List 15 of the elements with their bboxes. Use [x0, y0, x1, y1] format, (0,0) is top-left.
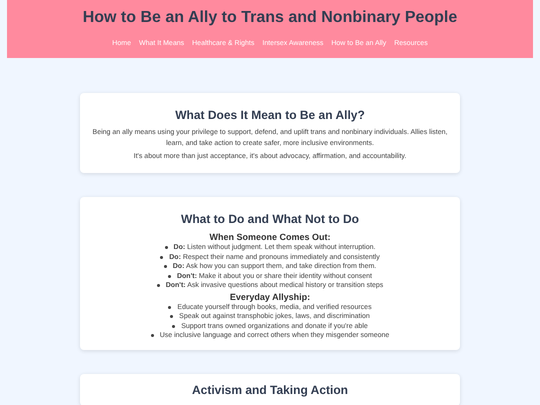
subheading: When Someone Comes Out:: [209, 231, 330, 243]
bullet-icon: [172, 324, 176, 328]
section-title: Activism and Taking Action: [192, 382, 348, 398]
section-title: What to Do and What Not to Do: [181, 211, 359, 227]
bullet-icon: [164, 246, 168, 250]
section-title: What Does It Mean to Be an Ally?: [175, 107, 365, 123]
bullet-icon: [150, 334, 154, 338]
page-title: How to Be an Ally to Trans and Nonbinary People: [82, 8, 458, 28]
bullet-icon: [156, 284, 160, 288]
bullet-icon: [160, 256, 164, 259]
subheading: Everyday Allyship:: [230, 290, 310, 302]
bullet-icon: [170, 315, 174, 318]
bullet-icon: [168, 274, 171, 278]
bullet-icon: [164, 265, 167, 268]
bullet-icon: [168, 306, 172, 309]
